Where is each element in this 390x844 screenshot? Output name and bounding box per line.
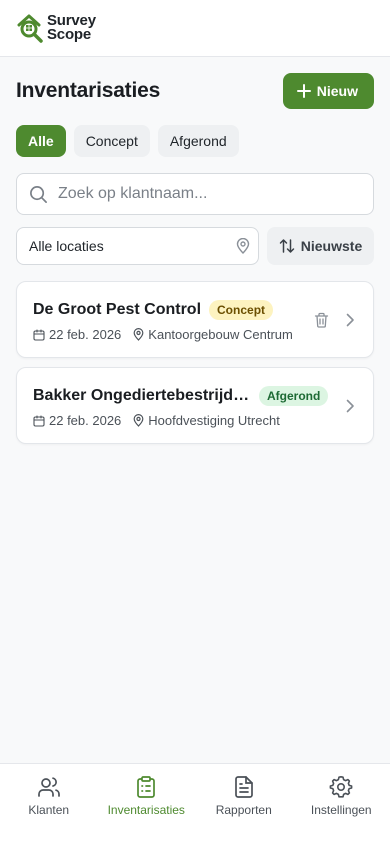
file-text-icon [234, 776, 253, 798]
trash-icon[interactable] [314, 312, 329, 328]
nav-label: Klanten [28, 803, 70, 817]
users-icon [37, 777, 60, 797]
page-header: Inventarisaties Nieuw [16, 73, 374, 109]
card-title: De Groot Pest Control [33, 301, 202, 318]
status-badge: Afgerond [259, 386, 329, 406]
nav-label: Inventarisaties [107, 803, 185, 817]
card-date: 22 feb. 2026 [49, 327, 122, 342]
chevron-right-icon[interactable] [345, 399, 355, 413]
status-badge: Concept [209, 300, 274, 320]
sort-button[interactable]: Nieuwste [267, 227, 374, 265]
nav-item-rapporten[interactable]: Rapporten [195, 764, 293, 844]
clipboard-list-icon [137, 776, 156, 798]
location-select[interactable]: Alle locaties [16, 227, 259, 265]
card-location: Kantoorgebouw Centrum [148, 327, 293, 342]
card-location: Hoofdvestiging Utrecht [148, 413, 280, 428]
app-logo[interactable]: Survey Scope [16, 13, 96, 43]
search-input[interactable] [58, 185, 348, 203]
inventory-card[interactable]: Bakker Ongediertebestrijding Afgerond 22… [16, 367, 374, 444]
location-select-value: Alle locaties [29, 238, 104, 254]
map-pin-icon [133, 414, 144, 427]
filter-row: Alle locaties Nieuwste [16, 227, 374, 265]
logo-line-2: Scope [47, 26, 92, 43]
map-pin-icon [133, 328, 144, 341]
tab-alle[interactable]: Alle [16, 125, 66, 157]
inventory-card[interactable]: De Groot Pest Control Concept 22 feb. 20… [16, 281, 374, 358]
tab-afgerond[interactable]: Afgerond [157, 125, 239, 157]
new-button-label: Nieuw [316, 83, 358, 99]
nav-item-inventarisaties[interactable]: Inventarisaties [98, 764, 196, 844]
calendar-icon [33, 328, 45, 341]
settings-icon [329, 776, 353, 798]
nav-item-instellingen[interactable]: Instellingen [293, 764, 390, 844]
status-filter-tabs: Alle Concept Afgerond [16, 125, 239, 157]
tab-concept[interactable]: Concept [73, 125, 150, 157]
sort-button-label: Nieuwste [300, 238, 363, 254]
app-header: Survey Scope [0, 0, 390, 57]
calendar-icon [33, 414, 45, 427]
chevron-right-icon[interactable] [345, 313, 355, 327]
logo-text: Survey Scope [47, 13, 96, 43]
search-icon [30, 185, 47, 203]
search-box [16, 173, 374, 215]
page-title: Inventarisaties [16, 79, 161, 102]
logo-house-magnifier-icon [17, 14, 43, 43]
sort-arrows-icon [279, 239, 295, 253]
nav-label: Rapporten [215, 803, 272, 817]
bottom-nav: Klanten Inventarisaties Rapporten Instel… [0, 763, 390, 844]
nav-item-klanten[interactable]: Klanten [0, 764, 98, 844]
nav-label: Instellingen [310, 803, 372, 817]
card-title: Bakker Ongediertebestrijding [33, 387, 251, 404]
map-pin-icon [236, 238, 250, 254]
new-inventory-button[interactable]: Nieuw [282, 73, 374, 109]
plus-icon [296, 84, 311, 98]
card-date: 22 feb. 2026 [49, 413, 122, 428]
